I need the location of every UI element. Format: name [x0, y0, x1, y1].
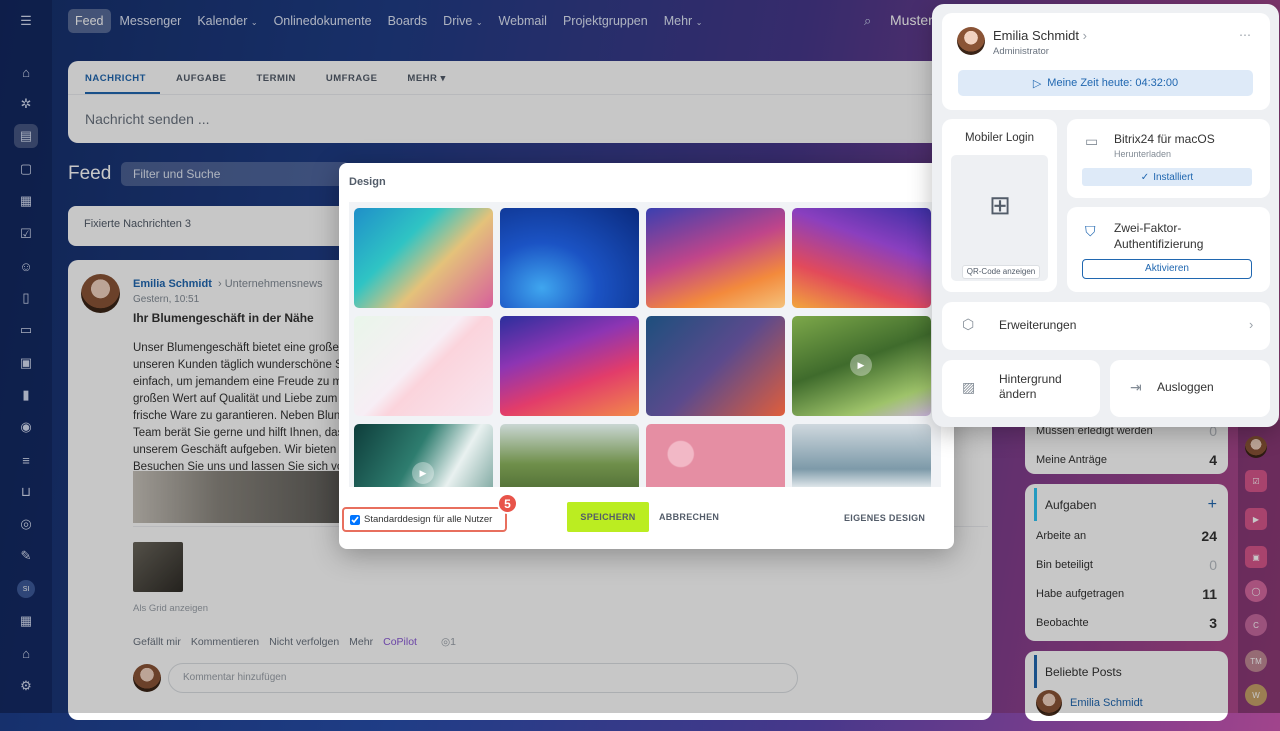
play-icon[interactable]: ▶	[412, 462, 434, 484]
check-icon: ✓	[1140, 171, 1150, 183]
design-tile[interactable]	[354, 208, 493, 308]
profile-panel: Emilia Schmidt › Administrator ⋯ ▷ Meine …	[932, 4, 1279, 427]
design-tile[interactable]	[500, 424, 639, 487]
change-background-item[interactable]: ▨ Hintergrund ändern	[942, 360, 1100, 417]
design-dialog: Design ✕ ▶ ▶ Standarddesign für alle Nut…	[339, 163, 954, 549]
shield-icon: ⛉	[1085, 223, 1096, 239]
cube-icon: ⬡	[962, 316, 975, 332]
show-qr-button[interactable]: QR-Code anzeigen	[962, 265, 1040, 279]
two-factor-title: Zwei-Faktor-Authentifizierung	[1114, 221, 1204, 251]
qr-code-icon: ⊞	[989, 190, 1011, 220]
logout-item[interactable]: ⇥ Ausloggen	[1110, 360, 1270, 417]
logout-icon: ⇥	[1130, 379, 1142, 395]
mac-app-card: ▭ Bitrix24 für macOS Herunterladen ✓ Inst…	[1067, 119, 1270, 198]
design-tile[interactable]	[500, 316, 639, 416]
dialog-title: Design	[349, 176, 386, 188]
design-tile[interactable]	[792, 208, 931, 308]
profile-name-text: Emilia Schmidt	[993, 28, 1079, 43]
monitor-icon: ▭	[1085, 133, 1099, 149]
design-grid: ▶ ▶	[349, 202, 941, 487]
more-icon[interactable]: ⋯	[1239, 28, 1252, 42]
profile-name[interactable]: Emilia Schmidt ›	[993, 28, 1087, 43]
checkbox-input[interactable]	[350, 514, 360, 525]
design-tile[interactable]	[646, 316, 785, 416]
cancel-button[interactable]: ABBRECHEN	[659, 512, 719, 522]
extensions-label: Erweiterungen	[999, 318, 1077, 332]
profile-card: Emilia Schmidt › Administrator ⋯ ▷ Meine …	[942, 13, 1270, 110]
extensions-item[interactable]: ⬡ Erweiterungen ›	[942, 302, 1270, 350]
design-tile[interactable]: ▶	[354, 424, 493, 487]
design-tile[interactable]	[500, 208, 639, 308]
chevron-right-icon: ›	[1082, 28, 1087, 43]
mac-app-subtitle[interactable]: Herunterladen	[1114, 149, 1171, 159]
profile-role: Administrator	[993, 46, 1049, 57]
design-tile[interactable]	[646, 208, 785, 308]
mac-app-title: Bitrix24 für macOS	[1114, 132, 1215, 146]
mobile-login-title: Mobiler Login	[964, 132, 1035, 144]
chevron-right-icon: ›	[1249, 317, 1254, 332]
checkbox-label: Standarddesign für alle Nutzer	[364, 514, 493, 525]
two-factor-card: ⛉ Zwei-Faktor-Authentifizierung Aktivier…	[1067, 207, 1270, 292]
image-icon: ▨	[962, 379, 976, 395]
qr-code-area[interactable]: ⊞	[951, 155, 1048, 281]
play-icon: ▷	[1032, 77, 1042, 90]
activate-button[interactable]: Aktivieren	[1082, 259, 1252, 279]
play-icon[interactable]: ▶	[850, 354, 872, 376]
design-tile[interactable]	[792, 424, 931, 487]
design-tile[interactable]	[646, 424, 785, 487]
installed-label: Installiert	[1153, 171, 1194, 183]
mobile-login-card: Mobiler Login ⊞ QR-Code anzeigen	[942, 119, 1057, 292]
logout-label: Ausloggen	[1157, 380, 1214, 394]
own-design-button[interactable]: EIGENES DESIGN	[844, 513, 925, 523]
save-button[interactable]: SPEICHERN	[567, 502, 649, 532]
worktime-label: Meine Zeit heute: 04:32:00	[1047, 77, 1179, 89]
design-tile[interactable]	[354, 316, 493, 416]
background-label: Hintergrund ändern	[999, 372, 1062, 401]
installed-button[interactable]: ✓ Installiert	[1082, 168, 1252, 186]
step-badge: 5	[497, 493, 518, 514]
avatar[interactable]	[957, 27, 985, 55]
dialog-footer: Standarddesign für alle Nutzer 5 SPEICHE…	[339, 487, 954, 549]
design-tile[interactable]: ▶	[792, 316, 931, 416]
default-design-checkbox[interactable]: Standarddesign für alle Nutzer	[342, 507, 507, 532]
worktime-button[interactable]: ▷ Meine Zeit heute: 04:32:00	[958, 70, 1253, 96]
